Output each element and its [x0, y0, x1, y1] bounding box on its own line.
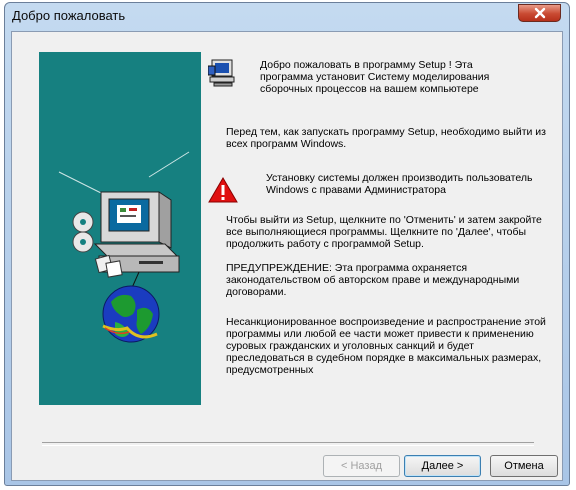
button-divider: [42, 442, 534, 446]
window-title: Добро пожаловать: [12, 8, 126, 23]
info-scroll-area[interactable]: Перед тем, как запускать программу Setup…: [226, 126, 548, 406]
computer-setup-icon: [207, 58, 238, 93]
side-panel: [39, 52, 201, 405]
paragraph-close-programs: Перед тем, как запускать программу Setup…: [226, 126, 546, 150]
next-button[interactable]: Далее >: [404, 455, 481, 477]
setup-window: Добро пожаловать Добро пожаловать в прог…: [4, 2, 570, 486]
dialog-client-area: Добро пожаловать в программу Setup ! Эта…: [11, 31, 563, 481]
computer-globe-illustration: [58, 151, 190, 343]
paragraph-exit-setup: Чтобы выйти из Setup, щелкните по 'Отмен…: [226, 214, 542, 250]
back-button[interactable]: < Назад: [323, 455, 400, 477]
close-icon: [534, 7, 545, 19]
paragraph-copyright-warning: ПРЕДУПРЕЖДЕНИЕ: Эта программа охраняется…: [226, 262, 520, 298]
intro-text: Добро пожаловать в программу Setup ! Эта…: [260, 59, 490, 95]
warning-icon: [208, 177, 238, 208]
close-button[interactable]: [518, 4, 561, 22]
admin-warning-text: Установку системы должен производить пол…: [266, 172, 533, 196]
cancel-button[interactable]: Отмена: [490, 455, 558, 477]
paragraph-unauthorized-use: Несанкционированное воспроизведение и ра…: [226, 316, 546, 376]
title-bar[interactable]: Добро пожаловать: [5, 3, 569, 31]
